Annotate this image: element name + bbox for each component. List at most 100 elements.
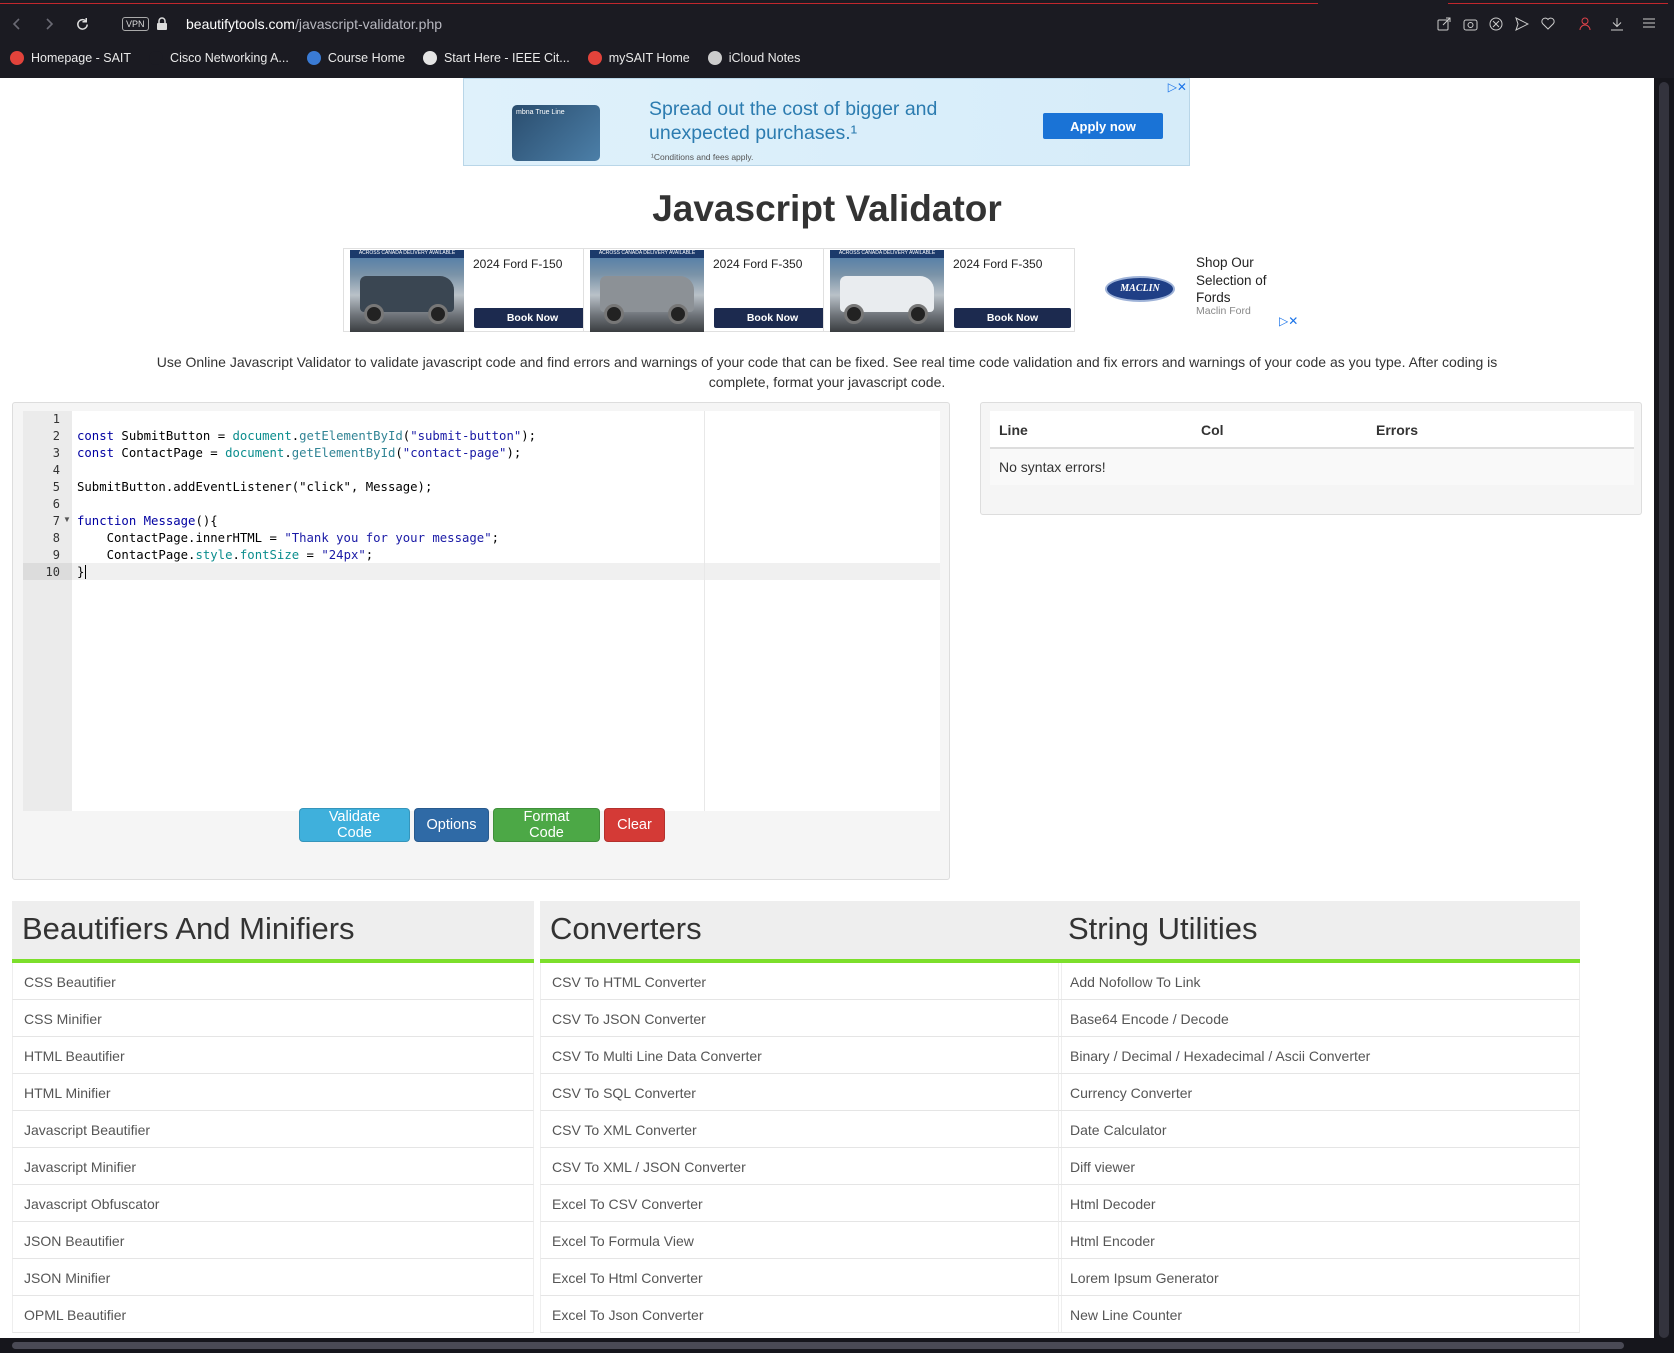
category-box: String Utilities Add Nofollow To Link Base…	[1058, 901, 1580, 1338]
ford-ad-card[interactable]: ACROSS CANADA DELIVERY AVAILABLE 2024 For…	[583, 248, 835, 332]
category-link[interactable]: CSS Minifier	[12, 1000, 534, 1037]
book-now-button[interactable]: Book Now	[954, 308, 1071, 328]
apply-now-button[interactable]: Apply now	[1043, 113, 1163, 139]
scrollbar-thumb[interactable]	[12, 1342, 1624, 1349]
book-now-button[interactable]: Book Now	[474, 308, 591, 328]
category-box: Beautifiers And Minifiers CSS Beautifier C…	[12, 901, 534, 1338]
ad-choices-icon[interactable]: ▷✕	[1279, 314, 1298, 328]
maclin-logo[interactable]: MACLIN	[1105, 276, 1175, 302]
category-link[interactable]: Date Calculator	[1058, 1111, 1580, 1148]
category-link[interactable]: Excel To Formula View	[540, 1222, 1062, 1259]
bookmark-label: iCloud Notes	[728, 51, 801, 65]
category-link[interactable]: Javascript Minifier	[12, 1148, 534, 1185]
url-text[interactable]: beautifytools.com/javascript-validator.p…	[186, 16, 442, 32]
profile-icon[interactable]	[1579, 17, 1591, 31]
code-line-3[interactable]: const ContactPage = document.getElementB…	[77, 445, 521, 462]
category-link[interactable]: CSV To JSON Converter	[540, 1000, 1062, 1037]
book-now-button[interactable]: Book Now	[714, 308, 831, 328]
top-banner-ad[interactable]: mbna True Line Spread out the cost of bi…	[463, 78, 1190, 166]
menu-icon[interactable]	[1642, 17, 1656, 29]
bookmark-item[interactable]: Start Here - IEEE Cit...	[422, 51, 570, 65]
bookmark-label: Course Home	[327, 51, 405, 65]
category-link[interactable]: CSV To Multi Line Data Converter	[540, 1037, 1062, 1074]
bookmark-item[interactable]: Course Home	[306, 51, 405, 65]
code-line-2[interactable]: const SubmitButton = document.getElement…	[77, 428, 536, 445]
fold-arrow-icon[interactable]: ▼	[63, 515, 71, 524]
code-line-5[interactable]: SubmitButton.addEventListener("click", M…	[77, 479, 432, 496]
bookmark-label: Start Here - IEEE Cit...	[443, 51, 570, 65]
print-margin	[704, 411, 705, 811]
category-link[interactable]: Javascript Beautifier	[12, 1111, 534, 1148]
results-table: Line Col Errors No syntax errors!	[990, 411, 1634, 485]
options-button[interactable]: Options	[414, 808, 489, 842]
code-line-7[interactable]: function Message(){	[77, 513, 218, 530]
code-editor[interactable]: 1 2 3 4 5 6 7 8 9 10 ▼ const SubmitButton = docum…	[23, 411, 940, 811]
category-link[interactable]: Binary / Decimal / Hexadecimal / Ascii C…	[1058, 1037, 1580, 1074]
vertical-scrollbar[interactable]	[1654, 78, 1674, 1353]
category-link[interactable]: Javascript Obfuscator	[12, 1185, 534, 1222]
validate-code-button[interactable]: Validate Code	[299, 808, 410, 842]
block-icon[interactable]	[1489, 17, 1503, 31]
ford-ad-card[interactable]: ACROSS CANADA DELIVERY AVAILABLE 2024 For…	[823, 248, 1075, 332]
address-bar[interactable]: VPN beautifytools.com/javascript-validat…	[0, 8, 1674, 42]
line-number: 1	[52, 412, 60, 426]
results-header-row: Line Col Errors	[990, 411, 1634, 449]
send-icon[interactable]	[1515, 17, 1529, 31]
category-link[interactable]: New Line Counter	[1058, 1296, 1580, 1333]
camera-icon[interactable]	[1463, 17, 1478, 31]
share-icon[interactable]	[1437, 17, 1451, 31]
category-link[interactable]: HTML Beautifier	[12, 1037, 534, 1074]
ford-ad-card[interactable]: ACROSS CANADA DELIVERY AVAILABLE 2024 For…	[343, 248, 595, 332]
code-line-8[interactable]: ContactPage.innerHTML = "Thank you for y…	[77, 530, 499, 547]
category-title: Beautifiers And Minifiers	[12, 901, 534, 963]
code-token: getElementById	[291, 446, 396, 460]
ford-ad-strip[interactable]: ACROSS CANADA DELIVERY AVAILABLE 2024 For…	[343, 248, 1303, 332]
category-link[interactable]: CSV To XML Converter	[540, 1111, 1062, 1148]
code-line-10[interactable]: }	[77, 564, 94, 581]
category-link[interactable]: Add Nofollow To Link	[1058, 963, 1580, 1000]
tab-strip-indicator-right	[1448, 0, 1668, 4]
scrollbar-thumb[interactable]	[1659, 82, 1669, 1338]
lock-icon[interactable]	[156, 17, 168, 31]
category-link[interactable]: Currency Converter	[1058, 1074, 1580, 1111]
category-link[interactable]: JSON Beautifier	[12, 1222, 534, 1259]
category-link[interactable]: Excel To Html Converter	[540, 1259, 1062, 1296]
forward-icon[interactable]	[42, 17, 56, 31]
category-link[interactable]: CSV To XML / JSON Converter	[540, 1148, 1062, 1185]
category-link[interactable]: OPML Beautifier	[12, 1296, 534, 1333]
line-number: 2	[52, 429, 60, 443]
heart-icon[interactable]	[1541, 17, 1555, 30]
category-link[interactable]: Html Encoder	[1058, 1222, 1580, 1259]
category-link[interactable]: JSON Minifier	[12, 1259, 534, 1296]
clear-button[interactable]: Clear	[604, 808, 665, 842]
bookmark-item[interactable]: iCloud Notes	[707, 51, 801, 65]
vpn-badge[interactable]: VPN	[122, 17, 149, 31]
category-link[interactable]: CSV To HTML Converter	[540, 963, 1062, 1000]
bookmark-item[interactable]: mySAIT Home	[587, 51, 690, 65]
bookmark-item[interactable]: Homepage - SAIT	[10, 51, 131, 65]
category-link[interactable]: Excel To CSV Converter	[540, 1185, 1062, 1222]
horizontal-scrollbar[interactable]	[0, 1338, 1654, 1353]
category-link[interactable]: Base64 Encode / Decode	[1058, 1000, 1580, 1037]
category-link[interactable]: CSV To SQL Converter	[540, 1074, 1062, 1111]
category-box: Converters CSV To HTML Converter CSV To JS…	[540, 901, 1062, 1338]
category-link[interactable]: Lorem Ipsum Generator	[1058, 1259, 1580, 1296]
back-icon[interactable]	[10, 17, 24, 31]
category-link[interactable]: Excel To Json Converter	[540, 1296, 1062, 1333]
reload-icon[interactable]	[75, 17, 90, 32]
wheel	[844, 304, 864, 324]
category-link[interactable]: Html Decoder	[1058, 1185, 1580, 1222]
download-icon[interactable]	[1610, 17, 1624, 31]
category-link[interactable]: Diff viewer	[1058, 1148, 1580, 1185]
format-code-button[interactable]: Format Code	[493, 808, 600, 842]
line-number: 10	[45, 565, 60, 579]
bookmark-item[interactable]: Cisco Networking A...	[149, 51, 289, 65]
code-token: const	[77, 446, 115, 460]
code-line-9[interactable]: ContactPage.style.fontSize = "24px";	[77, 547, 374, 564]
category-link[interactable]: CSS Beautifier	[12, 963, 534, 1000]
category-link[interactable]: HTML Minifier	[12, 1074, 534, 1111]
active-line-highlight	[72, 563, 940, 580]
url-domain: beautifytools.com	[186, 16, 295, 32]
shop-fords-text[interactable]: Shop Our Selection of Fords	[1196, 254, 1286, 307]
ad-choices-icon[interactable]: ▷✕	[1168, 80, 1187, 94]
